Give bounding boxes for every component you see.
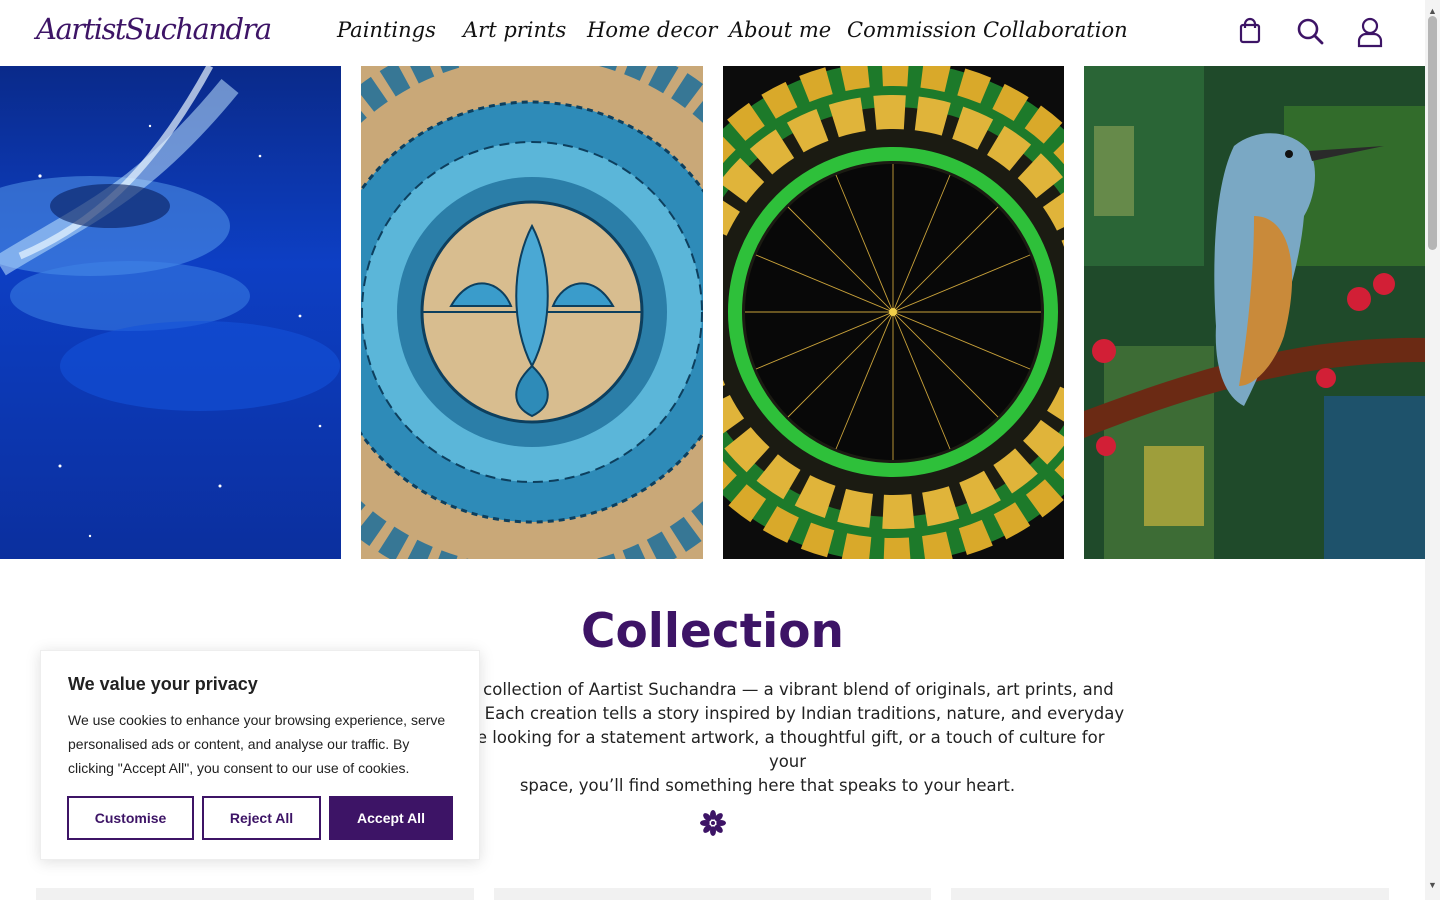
cookie-consent-banner: We value your privacy We use cookies to … <box>40 650 480 860</box>
page-scrollbar[interactable]: ▲ ▼ <box>1425 0 1440 900</box>
nav-item-about-me[interactable]: About me <box>729 18 831 42</box>
customise-button[interactable]: Customise <box>67 796 194 840</box>
gallery-panel-blue-mandala[interactable] <box>361 66 703 559</box>
nav-item-art-prints[interactable]: Art prints <box>463 18 566 42</box>
flower-divider-icon <box>699 809 727 837</box>
nav-item-home-decor[interactable]: Home decor <box>587 18 717 42</box>
collection-card[interactable] <box>951 888 1389 900</box>
scroll-down-arrow-icon[interactable]: ▼ <box>1425 880 1440 890</box>
gallery-panel-kingfisher[interactable] <box>1084 66 1425 559</box>
scrollbar-thumb[interactable] <box>1428 16 1437 250</box>
shopping-bag-icon[interactable] <box>1236 16 1266 48</box>
nav-item-commission[interactable]: Commission <box>847 18 977 42</box>
nav-item-collaboration[interactable]: Collaboration <box>983 18 1128 42</box>
scroll-up-arrow-icon[interactable]: ▲ <box>1425 6 1440 16</box>
search-icon[interactable] <box>1295 16 1325 48</box>
site-logo[interactable]: AartistSuchandra <box>36 12 272 46</box>
cookie-banner-title: We value your privacy <box>68 674 258 694</box>
site-header: AartistSuchandra Paintings Art prints Ho… <box>0 0 1425 66</box>
user-icon[interactable] <box>1355 16 1385 48</box>
collection-card[interactable] <box>494 888 931 900</box>
collection-card[interactable] <box>36 888 474 900</box>
gallery-panel-green-mandala[interactable] <box>723 66 1064 559</box>
accept-all-button[interactable]: Accept All <box>329 796 453 840</box>
reject-all-button[interactable]: Reject All <box>202 796 321 840</box>
nav-item-paintings[interactable]: Paintings <box>337 18 436 42</box>
cookie-banner-text: We use cookies to enhance your browsing … <box>68 712 446 776</box>
gallery-panel-night-sky[interactable] <box>0 66 341 559</box>
